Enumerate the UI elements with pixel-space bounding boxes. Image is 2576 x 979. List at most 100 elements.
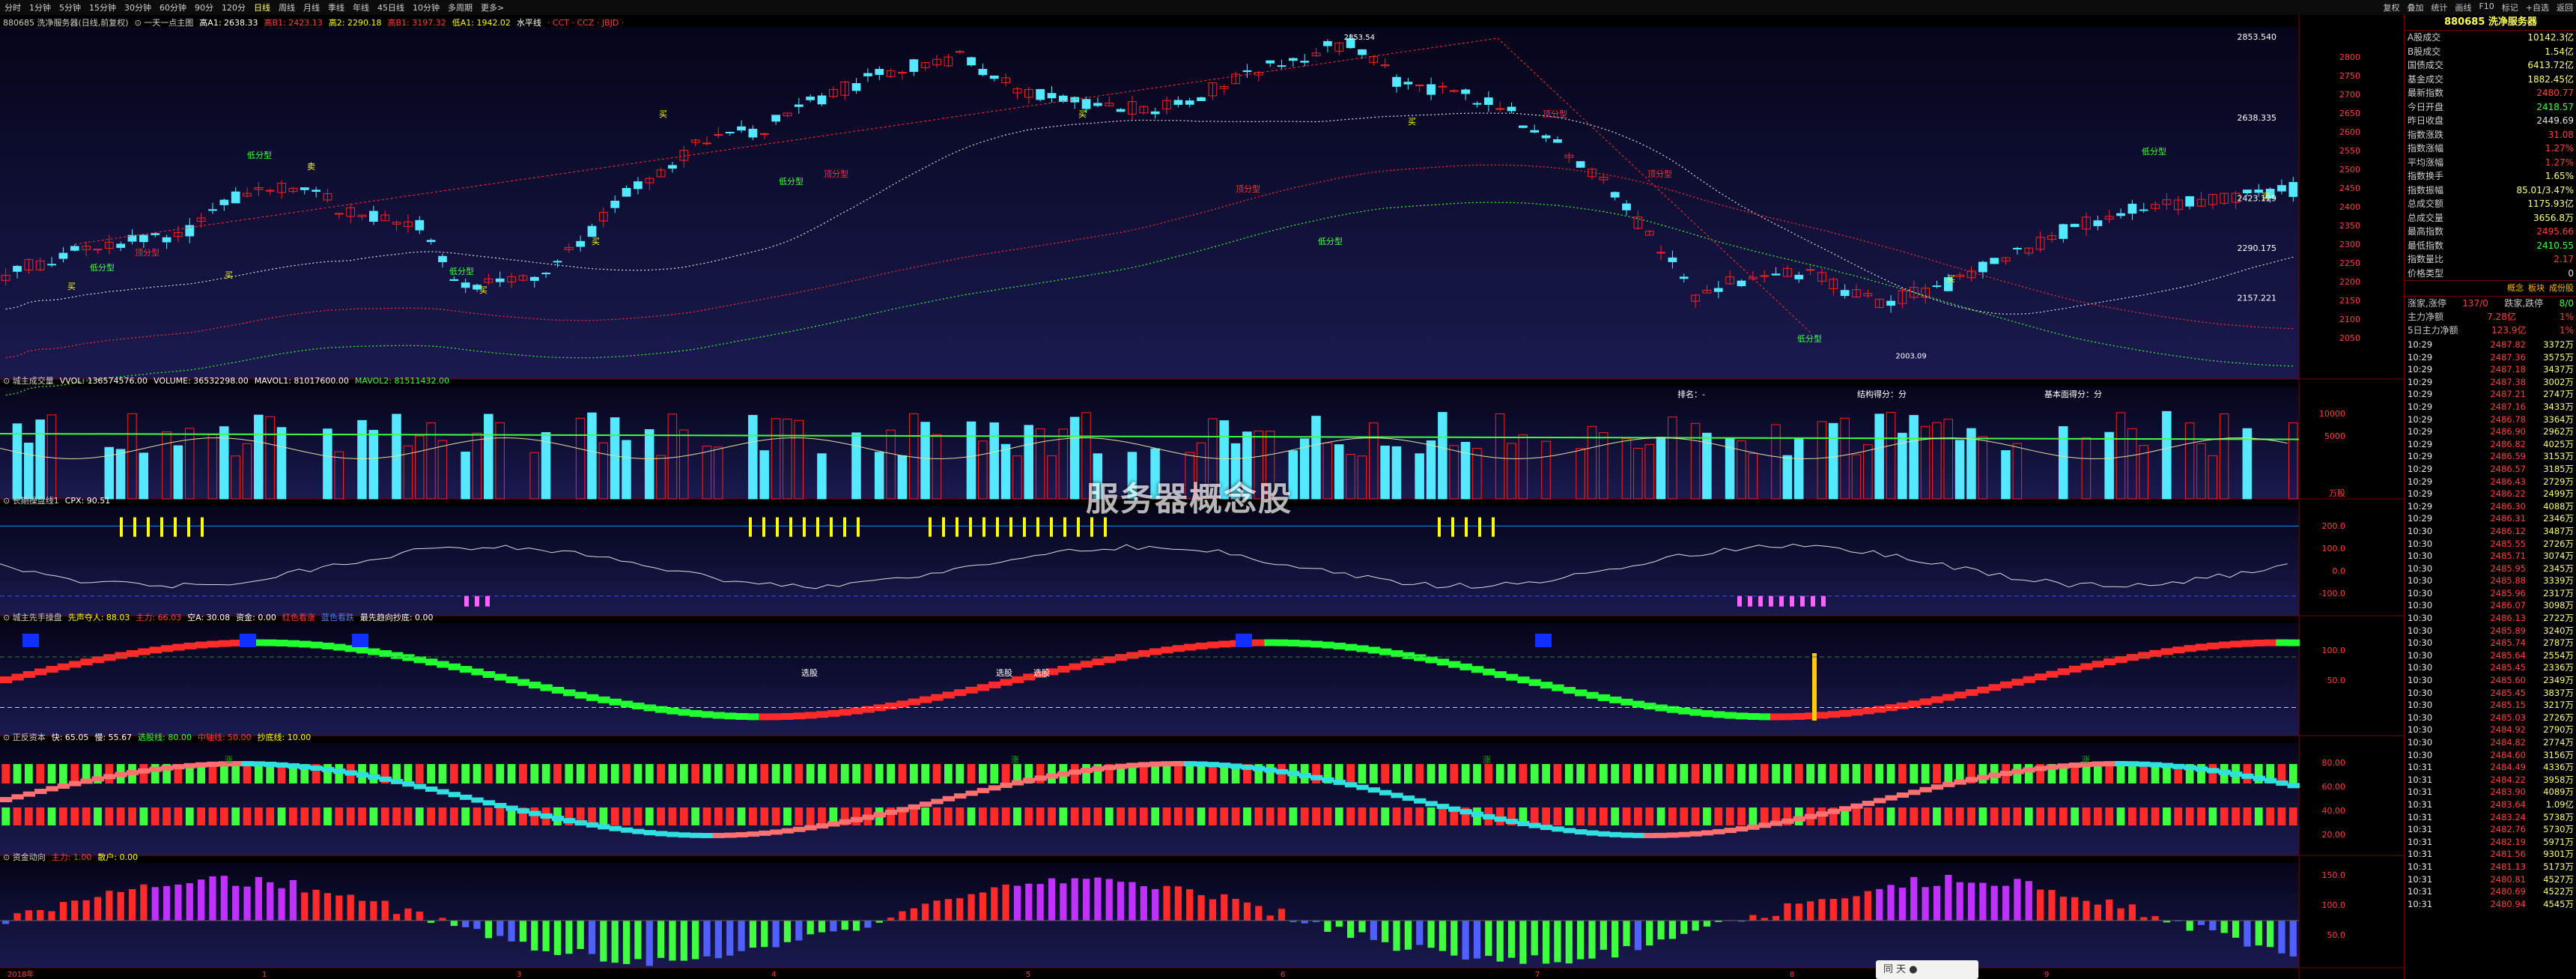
zf-block-bottom <box>726 807 735 825</box>
quote-row: 总成交量 3656.8万 <box>2405 211 2576 225</box>
tool-button-1[interactable]: 叠加 <box>2407 1 2423 13</box>
money-curve-seg <box>1552 684 1564 691</box>
indicator-value: 快: 65.05 <box>51 733 89 742</box>
tick-price: 2487.38 <box>2490 376 2526 387</box>
period-tab-1[interactable]: 1分钟 <box>29 1 51 13</box>
quote-label: 价格类型 <box>2408 267 2444 279</box>
zf-curve-seg <box>1298 772 1311 778</box>
tool-button-2[interactable]: 统计 <box>2431 1 2447 13</box>
period-tab-0[interactable]: 分时 <box>4 1 21 13</box>
zf-curve-seg <box>1367 787 1380 793</box>
zf-curve-seg <box>91 776 105 782</box>
tool-button-6[interactable]: +自选 <box>2526 1 2549 13</box>
cpx-signal <box>843 517 846 537</box>
zf-block-bottom <box>139 807 148 825</box>
tool-button-4[interactable]: F10 <box>2479 1 2494 13</box>
zf-block-top <box>1978 764 1987 783</box>
zf-block-top <box>783 764 792 783</box>
popup-tip[interactable]: 同 天 ● <box>1876 960 1978 979</box>
period-tab-7[interactable]: 120分 <box>222 1 246 13</box>
zf-block-top <box>829 764 838 783</box>
candle-body <box>1059 95 1068 102</box>
period-tab-14[interactable]: 10分钟 <box>413 1 440 13</box>
fund-bar <box>1772 915 1780 921</box>
zf-curve-seg <box>333 769 346 775</box>
zf-curve-seg <box>690 832 702 838</box>
money-curve-seg <box>1287 640 1300 647</box>
period-tab-11[interactable]: 季线 <box>328 1 344 13</box>
tool-button-5[interactable]: 标记 <box>2502 1 2518 13</box>
zf-block-top <box>852 764 860 783</box>
volume-bar <box>2162 410 2172 500</box>
tool-button-7[interactable]: 返回 <box>2557 1 2573 13</box>
fund-bar <box>1186 889 1194 921</box>
chart-area[interactable]: 2800 2750 2700 2650 2600 2550 2500 2450 2400 2350… <box>0 15 2404 979</box>
period-tab-4[interactable]: 30分钟 <box>124 1 151 13</box>
zf-block-top <box>1749 764 1758 783</box>
period-tab-3[interactable]: 15分钟 <box>89 1 116 13</box>
sidebar-tab-2[interactable]: 成份股 <box>2549 281 2574 296</box>
money-curve-seg <box>172 643 185 651</box>
tick-price: 2486.57 <box>2490 463 2526 474</box>
tool-button-3[interactable]: 画线 <box>2455 1 2471 13</box>
zf-block-top <box>2139 764 2148 783</box>
zf-block-top <box>2208 764 2217 783</box>
fund-bar <box>2289 921 2297 957</box>
signal-tag: 买 <box>479 285 487 295</box>
fund-bar <box>1473 921 1481 959</box>
period-tab-10[interactable]: 月线 <box>303 1 320 13</box>
period-tab-2[interactable]: 5分钟 <box>59 1 81 13</box>
updown-label: 涨家,涨停 <box>2408 298 2446 309</box>
zf-block-top <box>1772 764 1780 783</box>
period-tab-13[interactable]: 45日线 <box>377 1 404 13</box>
zf-curve-seg <box>1310 775 1323 781</box>
period-tab-12[interactable]: 年线 <box>353 1 369 13</box>
tick-time: 10:30 <box>2408 737 2433 748</box>
volume-bar <box>851 432 861 500</box>
fund-bar <box>588 921 596 954</box>
tick-row: 10:30 2485.45 2336万 <box>2405 661 2576 674</box>
fund-bar <box>922 903 929 921</box>
period-tab-8[interactable]: 日线 <box>254 1 270 13</box>
quote-row: 指数涨跌 31.08 <box>2405 128 2576 142</box>
sidebar-tab-0[interactable]: 概念 <box>2507 281 2524 296</box>
candle-body <box>794 104 804 107</box>
tick-volume: 5730万 <box>2543 824 2574 835</box>
tick-list[interactable]: 10:29 2487.82 3372万 10:29 2487.36 3575万 10:29 2… <box>2405 339 2576 910</box>
period-tab-9[interactable]: 周线 <box>279 1 295 13</box>
money-curve-seg <box>724 712 737 720</box>
zf-curve-seg <box>1644 832 1656 838</box>
x-axis-label: 9 <box>2044 971 2049 979</box>
volume-axis-label: 10000 <box>2319 409 2345 419</box>
tool-button-0[interactable]: 复权 <box>2383 1 2399 13</box>
zf-curve-seg <box>252 761 266 767</box>
candle-body <box>2127 204 2137 214</box>
zf-block-bottom <box>990 807 999 825</box>
volume-bar <box>1415 453 1424 500</box>
zf-block-bottom <box>208 807 217 825</box>
period-tab-5[interactable]: 60分钟 <box>160 1 186 13</box>
fund-bar <box>1128 882 1136 921</box>
cpx-signal <box>1063 517 1066 537</box>
candle-body <box>576 240 586 247</box>
tick-price: 2483.90 <box>2490 786 2526 798</box>
zf-curve-seg <box>2069 763 2082 769</box>
period-tab-15[interactable]: 多周期 <box>448 1 473 13</box>
zf-block-top <box>484 764 493 783</box>
money-curve-seg <box>1379 648 1392 655</box>
sidebar-tab-1[interactable]: 板块 <box>2528 281 2545 296</box>
fund-bar <box>2106 899 2113 921</box>
cpx-signal <box>1465 517 1468 537</box>
zf-block-top <box>1358 764 1367 783</box>
zf-block-bottom <box>162 807 171 825</box>
period-tab-16[interactable]: 更多> <box>481 1 504 13</box>
period-tab-6[interactable]: 90分 <box>195 1 213 13</box>
fund-bar <box>933 900 941 921</box>
tick-time: 10:31 <box>2408 774 2433 785</box>
signal-tag: 低分型 <box>449 266 474 276</box>
money-curve-seg <box>1298 640 1311 647</box>
zf-curve-seg <box>1448 806 1461 812</box>
cpx-signal <box>1478 517 1481 537</box>
fund-bar <box>1542 921 1550 964</box>
tick-volume: 2747万 <box>2543 389 2574 400</box>
